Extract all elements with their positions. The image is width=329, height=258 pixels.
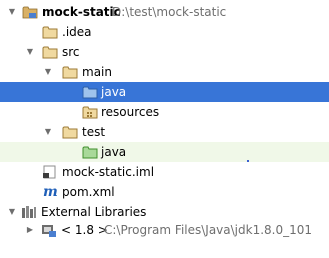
test-label: test	[82, 125, 106, 139]
resources-label: resources	[101, 105, 160, 119]
tree-row-jdk[interactable]: ▶ < 1.8 > C:\Program Files\Java\jdk1.8.0…	[0, 220, 329, 240]
pom-label: pom.xml	[62, 185, 115, 199]
jdk-icon	[42, 225, 56, 237]
jdk-path: C:\Program Files\Java\jdk1.8.0_101	[104, 223, 313, 237]
source-folder-icon	[82, 86, 98, 99]
folder-icon	[62, 126, 78, 139]
module-folder-icon	[22, 6, 38, 19]
iml-file-icon	[43, 165, 56, 179]
libraries-icon	[22, 206, 36, 218]
jdk-label: < 1.8 >	[61, 223, 108, 237]
tree-row-pom[interactable]: m pom.xml	[0, 182, 329, 202]
external-libraries-label: External Libraries	[41, 205, 147, 219]
tree-row-external-libraries[interactable]: ▼ External Libraries	[0, 202, 329, 222]
tree-row-resources[interactable]: resources	[0, 102, 329, 122]
expand-arrow-icon[interactable]: ▼	[42, 122, 54, 142]
expand-arrow-icon[interactable]: ▼	[6, 202, 18, 222]
test-java-label: java	[101, 145, 127, 159]
tree-row-main-java[interactable]: java	[0, 82, 329, 102]
collapse-arrow-icon[interactable]: ▶	[24, 220, 36, 240]
expand-arrow-icon[interactable]: ▼	[24, 42, 36, 62]
tree-row-idea[interactable]: .idea	[0, 22, 329, 42]
expand-arrow-icon[interactable]: ▼	[42, 62, 54, 82]
folder-icon	[42, 46, 58, 59]
tree-row-src[interactable]: ▼ src	[0, 42, 329, 62]
idea-label: .idea	[62, 25, 92, 39]
expand-arrow-icon[interactable]: ▼	[6, 2, 18, 22]
test-source-folder-icon	[82, 146, 98, 159]
tree-row-main[interactable]: ▼ main	[0, 62, 329, 82]
project-root-path: D:\test\mock-static	[112, 5, 227, 19]
tree-row-iml[interactable]: mock-static.iml	[0, 162, 329, 182]
stray-dot	[247, 160, 249, 162]
resources-folder-icon	[82, 106, 98, 119]
folder-icon	[62, 66, 78, 79]
folder-icon	[42, 26, 58, 39]
maven-icon: m	[43, 184, 58, 200]
iml-label: mock-static.iml	[62, 165, 155, 179]
tree-row-project-root[interactable]: ▼ mock-static D:\test\mock-static	[0, 2, 329, 22]
tree-row-test-java[interactable]: java	[0, 142, 329, 162]
project-root-label: mock-static	[42, 5, 121, 19]
src-label: src	[62, 45, 80, 59]
tree-row-test[interactable]: ▼ test	[0, 122, 329, 142]
main-java-label: java	[101, 85, 127, 99]
project-tree: ▼ mock-static D:\test\mock-static .idea …	[0, 0, 329, 258]
main-label: main	[82, 65, 112, 79]
